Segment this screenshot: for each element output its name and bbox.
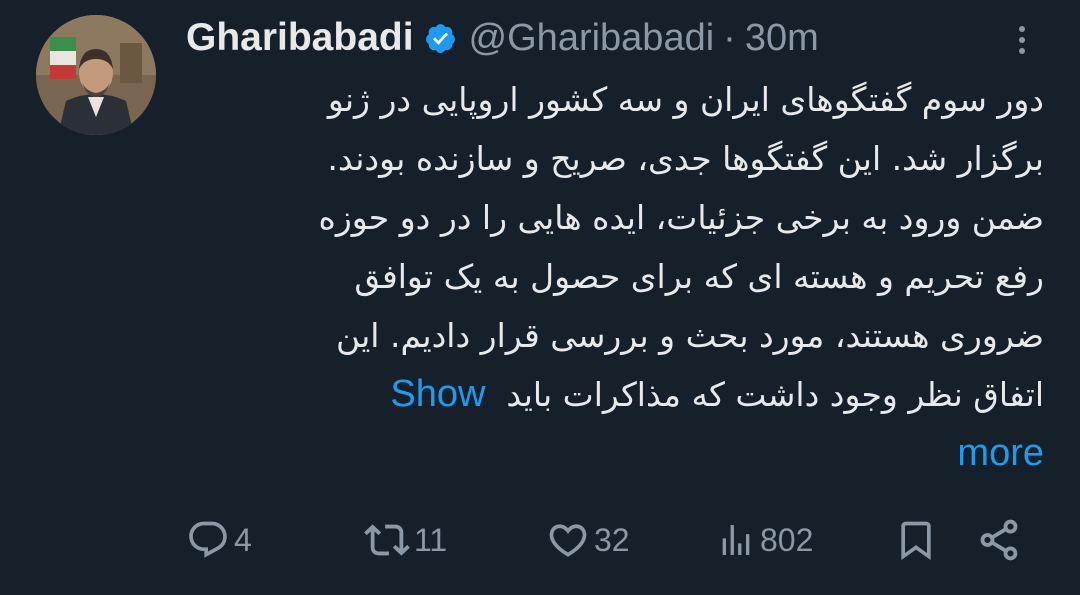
tweet-header: Gharibabadi @Gharibabadi · 30m	[186, 10, 819, 66]
verified-badge-icon	[424, 22, 457, 55]
repost-icon	[364, 517, 410, 563]
share-icon	[976, 517, 1022, 563]
show-more-line: more	[186, 424, 1044, 483]
repost-button[interactable]: 11	[364, 512, 447, 568]
tweet-text-line: رفع تحریم و هسته ای که برای حصول به یک ت…	[354, 257, 1044, 296]
reply-button[interactable]: 4	[186, 512, 252, 568]
tweet-text-line: برگزار شد. این گفتگوها جدی، صریح و سازند…	[327, 139, 1044, 178]
like-count: 32	[594, 521, 630, 558]
timestamp[interactable]: 30m	[745, 17, 819, 60]
more-options-icon[interactable]	[1004, 18, 1040, 62]
tweet-text-line-last: اتفاق نظر وجود داشت که مذاکرات باید Show	[186, 365, 1044, 424]
reply-icon	[186, 518, 230, 562]
heart-icon	[546, 518, 590, 562]
tweet-text-line: ضمن ورود به برخی جزئیات، ایده هایی را در…	[318, 198, 1044, 237]
show-more-link-continued[interactable]: more	[957, 432, 1044, 474]
tweet-text: دور سوم گفتگوهای ایران و سه کشور اروپایی…	[186, 70, 1044, 483]
tweet-text-line: اتفاق نظر وجود داشت که مذاکرات باید	[506, 375, 1044, 414]
bookmark-button[interactable]	[894, 512, 938, 568]
share-button[interactable]	[976, 512, 1022, 568]
author-name[interactable]: Gharibabadi	[186, 16, 414, 60]
author-handle[interactable]: @Gharibabadi	[469, 17, 715, 60]
like-button[interactable]: 32	[546, 512, 630, 568]
tweet-text-line: ضروری هستند، مورد بحث و بررسی قرار دادیم…	[335, 316, 1044, 355]
separator-dot: ·	[723, 16, 736, 59]
repost-count: 11	[414, 521, 448, 558]
bookmark-icon	[894, 518, 938, 562]
tweet-actions: 4 11 32 802	[186, 512, 1046, 568]
show-more-link[interactable]: Show	[390, 373, 485, 415]
avatar-photo	[36, 15, 156, 135]
views-button[interactable]: 802	[716, 512, 813, 568]
views-chart-icon	[716, 520, 756, 560]
reply-count: 4	[234, 521, 252, 558]
tweet-text-line: دور سوم گفتگوهای ایران و سه کشور اروپایی…	[327, 80, 1044, 119]
avatar[interactable]	[36, 15, 156, 135]
views-count: 802	[760, 521, 814, 558]
